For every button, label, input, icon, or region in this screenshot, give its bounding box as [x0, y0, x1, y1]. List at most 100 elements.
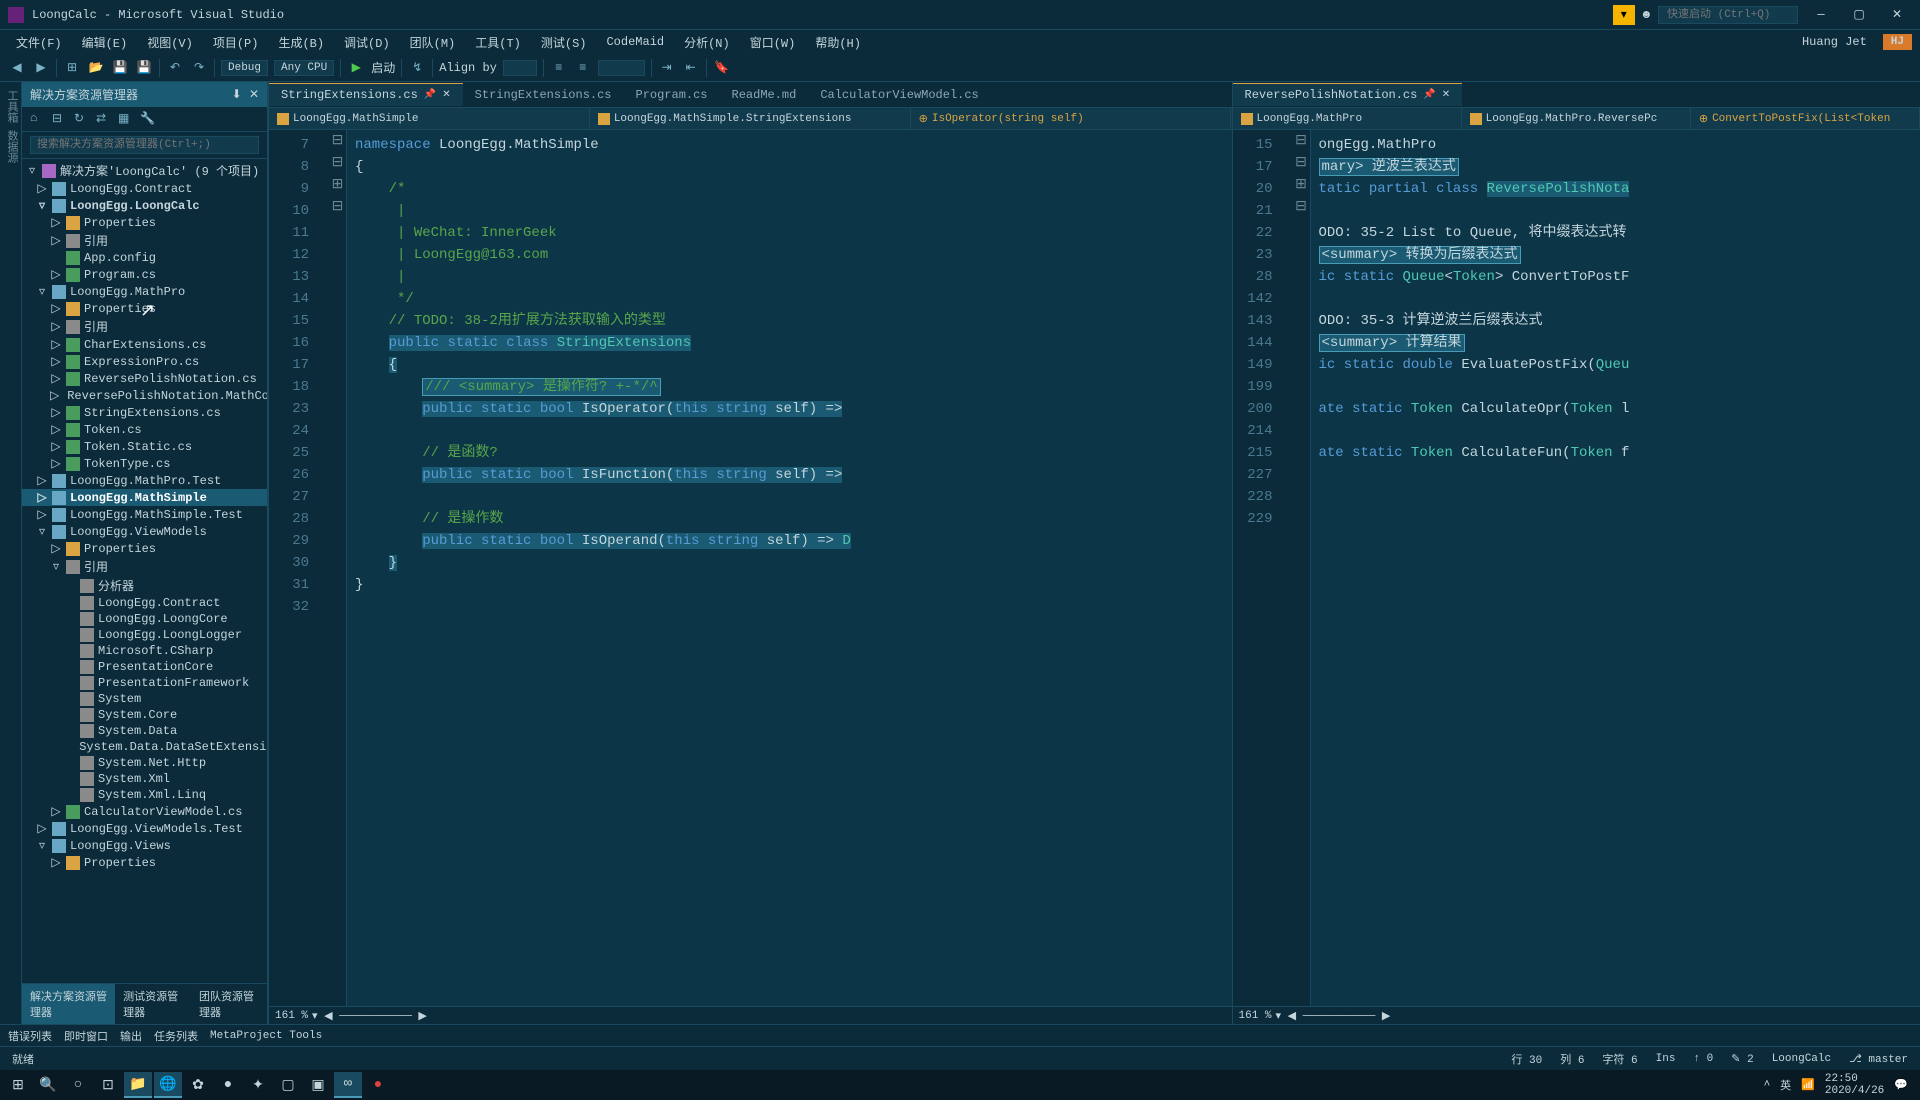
bottom-tool-tab[interactable]: MetaProject Tools: [210, 1030, 322, 1042]
code-editor-left[interactable]: namespace LoongEgg.MathSimple{ /* | | We…: [347, 130, 1232, 1006]
tree-item[interactable]: ▷Program.cs: [22, 266, 267, 283]
app-icon-2[interactable]: ●: [214, 1072, 242, 1098]
clock[interactable]: 22:502020/4/26: [1825, 1073, 1884, 1097]
tree-item[interactable]: ▿引用: [22, 557, 267, 576]
uncomment-icon[interactable]: ≡: [574, 59, 592, 77]
menu-item[interactable]: 团队(M): [402, 32, 464, 53]
save-icon[interactable]: 💾: [111, 59, 129, 77]
editor-tab[interactable]: StringExtensions.cs📌✕: [269, 83, 463, 106]
tree-item[interactable]: ▷ExpressionPro.cs: [22, 353, 267, 370]
git-up-icon[interactable]: ↑ 0: [1693, 1053, 1713, 1065]
panel-bottom-tab[interactable]: 团队资源管理器: [191, 984, 267, 1024]
nav-project[interactable]: LoongEgg.MathSimple: [269, 108, 590, 129]
tree-item[interactable]: ▷Token.Static.cs: [22, 438, 267, 455]
search-combo[interactable]: [598, 60, 645, 76]
tree-item[interactable]: System.Data: [22, 723, 267, 739]
left-collapsed-tabs[interactable]: 工具箱 数据源: [0, 82, 22, 1024]
maximize-button[interactable]: ▢: [1844, 5, 1874, 25]
zoom-left[interactable]: 161 %: [275, 1010, 308, 1022]
tree-item[interactable]: PresentationCore: [22, 659, 267, 675]
nav-project-r[interactable]: LoongEgg.MathPro: [1233, 108, 1462, 129]
tree-item[interactable]: PresentationFramework: [22, 675, 267, 691]
pin-icon[interactable]: 📌: [424, 89, 436, 101]
solution-tree[interactable]: ▿解决方案'LoongCalc' (9 个项目) ▷LoongEgg.Contr…: [22, 159, 267, 983]
alignby-label[interactable]: Align by: [439, 61, 497, 75]
solution-root[interactable]: ▿解决方案'LoongCalc' (9 个项目): [22, 161, 267, 180]
collapse-icon[interactable]: ⊟: [52, 111, 68, 127]
tree-item[interactable]: ▷Token.cs: [22, 421, 267, 438]
tree-item[interactable]: App.config: [22, 250, 267, 266]
tree-item[interactable]: 分析器: [22, 576, 267, 595]
cortana-icon[interactable]: ○: [64, 1072, 92, 1098]
tree-item[interactable]: ▿LoongEgg.Views: [22, 837, 267, 854]
editor-tab[interactable]: Program.cs: [624, 84, 720, 106]
close-tab-icon[interactable]: ✕: [1442, 89, 1450, 101]
app-icon-3[interactable]: ✦: [244, 1072, 272, 1098]
alignby-combo[interactable]: [503, 60, 537, 76]
close-tab-icon[interactable]: ✕: [442, 89, 450, 101]
tree-item[interactable]: ▷Properties: [22, 540, 267, 557]
pin-icon[interactable]: ⬇: [232, 88, 242, 102]
tree-item[interactable]: ▿LoongEgg.MathPro: [22, 283, 267, 300]
bottom-tool-tab[interactable]: 任务列表: [154, 1028, 198, 1044]
chrome-icon[interactable]: 🌐: [154, 1072, 182, 1098]
panel-bottom-tab[interactable]: 解决方案资源管理器: [22, 984, 115, 1024]
redo-icon[interactable]: ↷: [190, 59, 208, 77]
bottom-tool-tab[interactable]: 输出: [120, 1028, 142, 1044]
tree-item[interactable]: ▿LoongEgg.ViewModels: [22, 523, 267, 540]
menu-item[interactable]: 文件(F): [8, 32, 70, 53]
indent-icon[interactable]: ⇥: [658, 59, 676, 77]
tree-item[interactable]: System.Xml: [22, 771, 267, 787]
fold-gutter-r[interactable]: ⊟⊟⊞⊟: [1293, 130, 1311, 1006]
nav-class-r[interactable]: LoongEgg.MathPro.ReversePc: [1462, 108, 1691, 129]
menu-item[interactable]: 调试(D): [336, 32, 398, 53]
nav-member-r[interactable]: ⊕ ConvertToPostFix(List<Token: [1691, 108, 1920, 129]
notification-center-icon[interactable]: 💬: [1894, 1078, 1908, 1092]
code-editor-right[interactable]: ongEgg.MathPromary> 逆波兰表达式tatic partial …: [1311, 130, 1920, 1006]
solution-search-input[interactable]: [30, 136, 259, 154]
comment-icon[interactable]: ≡: [550, 59, 568, 77]
editor-tab[interactable]: CalculatorViewModel.cs: [808, 84, 990, 106]
bottom-tool-tab[interactable]: 即时窗口: [64, 1028, 108, 1044]
tree-item[interactable]: ▷LoongEgg.MathSimple.Test: [22, 506, 267, 523]
menu-item[interactable]: 窗口(W): [742, 32, 804, 53]
tree-item[interactable]: ▷CalculatorViewModel.cs: [22, 803, 267, 820]
config-combo[interactable]: Debug: [221, 60, 268, 76]
tree-item[interactable]: ▷StringExtensions.cs: [22, 404, 267, 421]
search-tb-icon[interactable]: 🔍: [34, 1072, 62, 1098]
pin-icon[interactable]: 📌: [1423, 89, 1435, 101]
menu-item[interactable]: 项目(P): [205, 32, 267, 53]
app-icon-4[interactable]: ▢: [274, 1072, 302, 1098]
nav-class[interactable]: LoongEgg.MathSimple.StringExtensions: [590, 108, 911, 129]
tray-up-icon[interactable]: ˄: [1764, 1079, 1771, 1091]
editor-tab[interactable]: ReadMe.md: [720, 84, 809, 106]
open-icon[interactable]: 📂: [87, 59, 105, 77]
menu-item[interactable]: CodeMaid: [598, 33, 672, 51]
tree-item[interactable]: Microsoft.CSharp: [22, 643, 267, 659]
tree-item[interactable]: ▷CharExtensions.cs: [22, 336, 267, 353]
git-repo[interactable]: LoongCalc: [1772, 1053, 1831, 1065]
record-icon[interactable]: ●: [364, 1072, 392, 1098]
taskview-icon[interactable]: ⊡: [94, 1072, 122, 1098]
menu-item[interactable]: 分析(N): [676, 32, 738, 53]
tree-item[interactable]: ▷LoongEgg.MathSimple: [22, 489, 267, 506]
tree-item[interactable]: ▷LoongEgg.Contract: [22, 180, 267, 197]
user-name[interactable]: Huang Jet: [1794, 33, 1875, 51]
start-debug-icon[interactable]: ▶: [347, 59, 365, 77]
menu-item[interactable]: 生成(B): [270, 32, 332, 53]
zoom-right[interactable]: 161 %: [1239, 1010, 1272, 1022]
menu-item[interactable]: 视图(V): [139, 32, 201, 53]
app-icon-1[interactable]: ✿: [184, 1072, 212, 1098]
panel-bottom-tab[interactable]: 测试资源管理器: [115, 984, 191, 1024]
forward-icon[interactable]: ▶: [32, 59, 50, 77]
home-icon[interactable]: ⌂: [30, 111, 46, 127]
start-menu-icon[interactable]: ⊞: [4, 1072, 32, 1098]
tree-item[interactable]: System.Xml.Linq: [22, 787, 267, 803]
tree-item[interactable]: ▷ReversePolishNotation.cs: [22, 370, 267, 387]
tree-item[interactable]: LoongEgg.Contract: [22, 595, 267, 611]
vs-taskbar-icon[interactable]: ∞: [334, 1072, 362, 1098]
start-label[interactable]: 启动: [371, 59, 395, 76]
fold-gutter[interactable]: ⊟⊟⊞⊟: [329, 130, 347, 1006]
back-icon[interactable]: ◀: [8, 59, 26, 77]
notification-flag-icon[interactable]: ▾: [1613, 5, 1635, 25]
